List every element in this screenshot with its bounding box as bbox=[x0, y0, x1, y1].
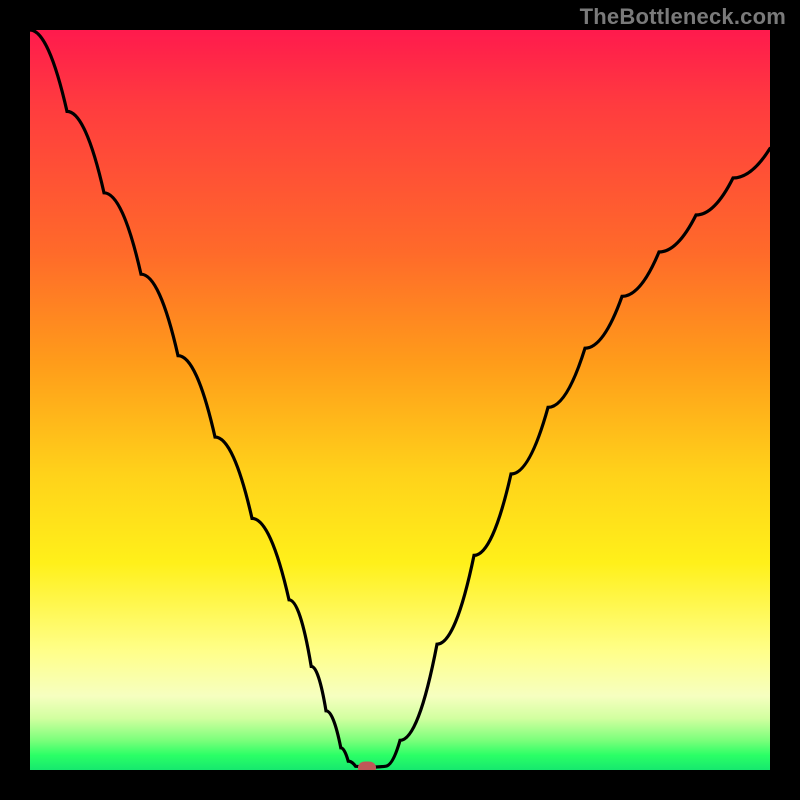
curve-svg bbox=[30, 30, 770, 770]
chart-frame: TheBottleneck.com bbox=[0, 0, 800, 800]
watermark-text: TheBottleneck.com bbox=[580, 4, 786, 30]
v-curve-path bbox=[30, 30, 770, 767]
min-marker bbox=[358, 761, 376, 770]
plot-area bbox=[30, 30, 770, 770]
